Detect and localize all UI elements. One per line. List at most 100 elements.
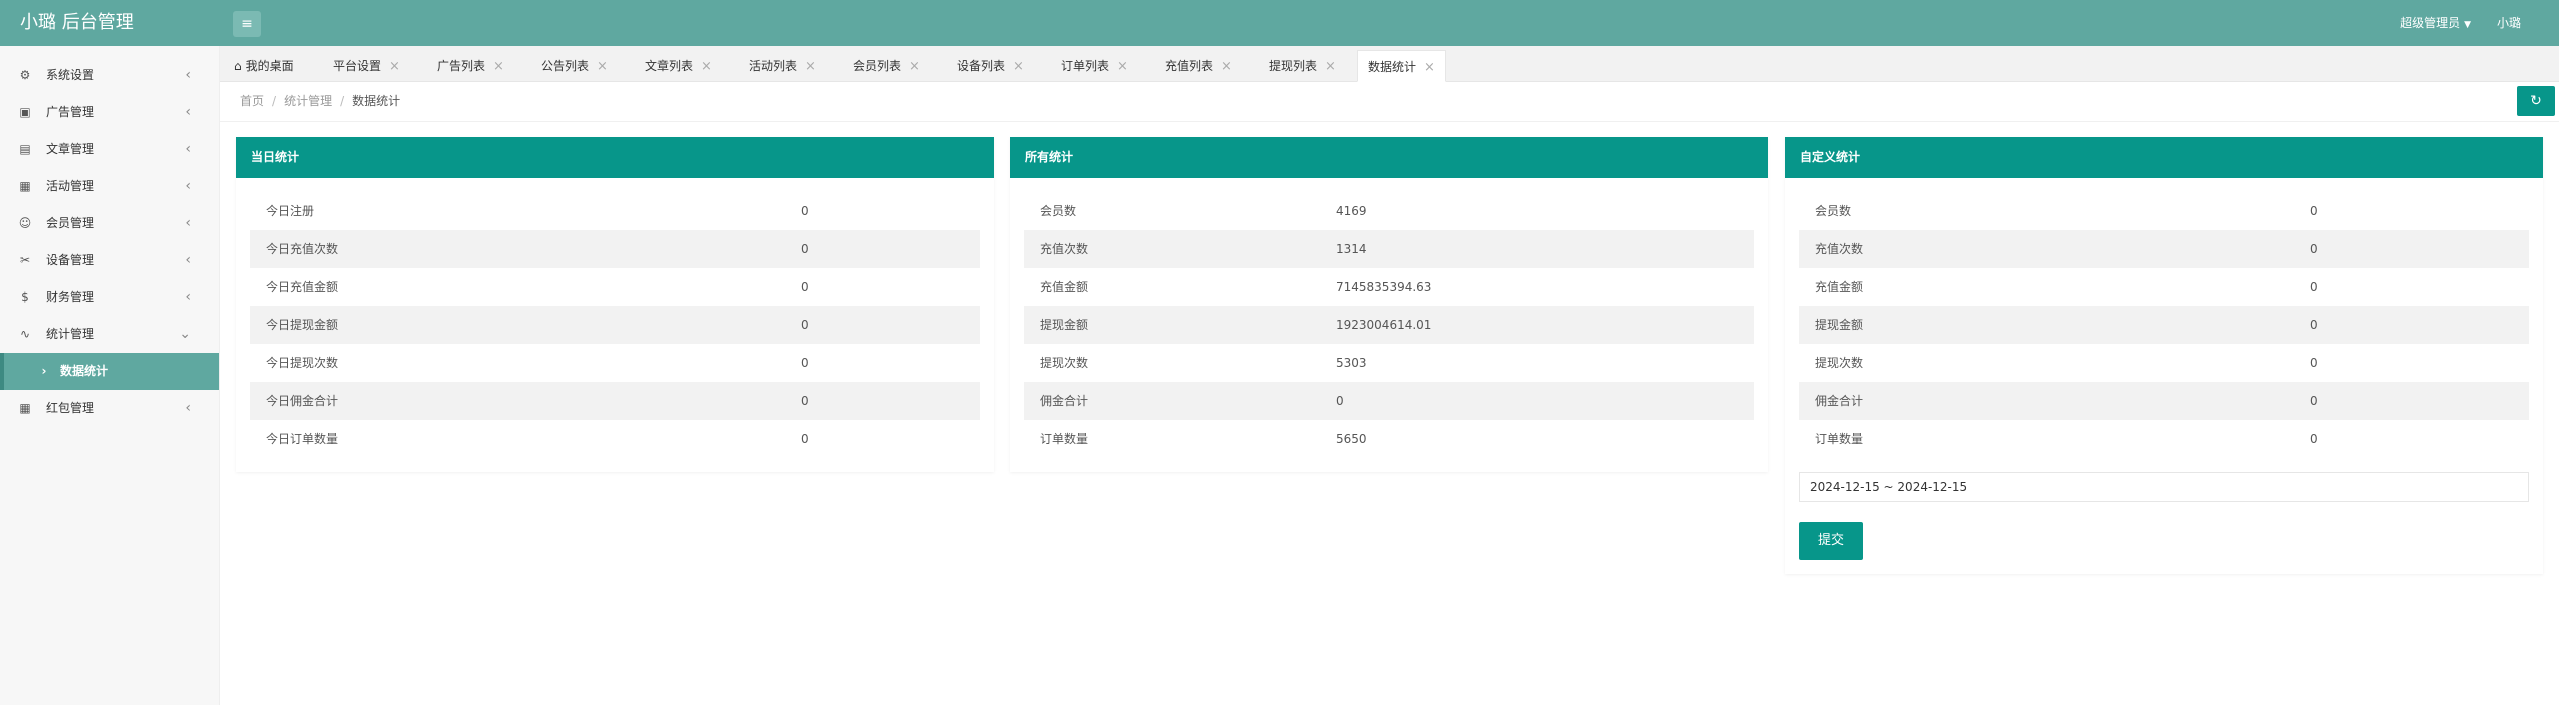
sidebar-item-activities[interactable]: ▦ 活动管理 ‹ (0, 168, 219, 205)
sidebar-item-system[interactable]: ⚙ 系统设置 ‹ (0, 57, 219, 94)
breadcrumb: 首页 / 统计管理 / 数据统计 (240, 94, 401, 108)
stat-value: 0 (2310, 356, 2318, 370)
stat-label: 充值金额 (1040, 280, 1089, 294)
stat-row: 提现次数 5303 (1024, 344, 1754, 382)
tab-label: 会员列表 (853, 59, 902, 73)
close-icon[interactable]: × (493, 59, 504, 74)
sidebar-item-devices[interactable]: ✂ 设备管理 ‹ (0, 242, 219, 279)
chevron-down-icon: ⌄ (179, 326, 191, 342)
stat-value: 0 (801, 242, 809, 256)
submit-button[interactable]: 提交 (1799, 522, 1863, 560)
sidebar-item-finance[interactable]: $ 财务管理 ‹ (0, 279, 219, 316)
user-name[interactable]: 小璐 (2497, 0, 2521, 46)
stats-icon: ∿ (19, 327, 31, 341)
tab-ads-list[interactable]: 广告列表 × (427, 50, 514, 82)
stat-label: 订单数量 (1040, 432, 1089, 446)
stat-value: 0 (801, 356, 809, 370)
sidebar-item-articles[interactable]: ▤ 文章管理 ‹ (0, 131, 219, 168)
sidebar-item-label: 统计管理 (46, 327, 95, 341)
stat-row: 今日提现金额 0 (250, 306, 980, 344)
breadcrumb-stats[interactable]: 统计管理 (284, 94, 332, 108)
stat-row: 订单数量 0 (1799, 420, 2529, 458)
panel-all-stats: 所有统计 会员数 4169 充值次数 1314 充值金额 7145835394.63 … (1010, 137, 1768, 472)
tab-platform-settings[interactable]: 平台设置 × (323, 50, 410, 82)
stat-row: 今日佣金合计 0 (250, 382, 980, 420)
refresh-button[interactable]: ↻ (2517, 86, 2555, 116)
close-icon[interactable]: × (909, 59, 920, 74)
tab-desktop[interactable]: ⌂ 我的桌面 (224, 50, 304, 82)
tab-recharge-list[interactable]: 充值列表 × (1155, 50, 1242, 82)
tab-data-stats[interactable]: 数据统计 × (1357, 50, 1446, 82)
sidebar-item-label: 会员管理 (46, 216, 95, 230)
panel-title: 当日统计 (236, 137, 994, 178)
stat-label: 充值次数 (1040, 242, 1089, 256)
tab-notice-list[interactable]: 公告列表 × (531, 50, 618, 82)
stat-value: 0 (801, 280, 809, 294)
stat-value: 0 (2310, 394, 2318, 408)
book-icon: ▤ (19, 142, 31, 156)
tab-activity-list[interactable]: 活动列表 × (739, 50, 826, 82)
chevron-left-icon: ‹ (185, 67, 191, 83)
sidebar-item-members[interactable]: ☺ 会员管理 ‹ (0, 205, 219, 242)
user-role-dropdown[interactable]: 超级管理员 ▼ (2400, 0, 2471, 46)
chevron-left-icon: ‹ (185, 289, 191, 305)
stat-row: 充值金额 7145835394.63 (1024, 268, 1754, 306)
stat-label: 提现金额 (1815, 318, 1864, 332)
stat-label: 今日佣金合计 (266, 394, 339, 408)
stat-row: 今日提现次数 0 (250, 344, 980, 382)
stat-value: 1923004614.01 (1336, 318, 1432, 332)
tab-device-list[interactable]: 设备列表 × (947, 50, 1034, 82)
sidebar-item-redpacket[interactable]: ▦ 红包管理 ‹ (0, 390, 219, 427)
close-icon[interactable]: × (701, 59, 712, 74)
home-icon: ⌂ (234, 59, 242, 73)
stat-label: 会员数 (1815, 204, 1852, 218)
tab-label: 活动列表 (749, 59, 798, 73)
sidebar-item-label: 系统设置 (46, 68, 95, 82)
panel-today-stats: 当日统计 今日注册 0 今日充值次数 0 今日充值金额 0 今日提现金额 0 今日提现次… (236, 137, 994, 472)
close-icon[interactable]: × (597, 59, 608, 74)
close-icon[interactable]: × (1117, 59, 1128, 74)
tab-withdraw-list[interactable]: 提现列表 × (1259, 50, 1346, 82)
stat-row: 提现次数 0 (1799, 344, 2529, 382)
tab-label: 文章列表 (645, 59, 694, 73)
stat-row: 今日订单数量 0 (250, 420, 980, 458)
panel-title: 所有统计 (1010, 137, 1768, 178)
device-icon: ✂ (19, 253, 31, 267)
close-icon[interactable]: × (1325, 59, 1336, 74)
tab-article-list[interactable]: 文章列表 × (635, 50, 722, 82)
sidebar-item-label: 广告管理 (46, 105, 95, 119)
breadcrumb-home[interactable]: 首页 (240, 94, 264, 108)
stat-label: 今日充值金额 (266, 280, 339, 294)
tab-order-list[interactable]: 订单列表 × (1051, 50, 1138, 82)
tab-member-list[interactable]: 会员列表 × (843, 50, 930, 82)
stat-label: 佣金合计 (1815, 394, 1864, 408)
sidebar-subitem-data-stats[interactable]: › 数据统计 (0, 353, 219, 390)
close-icon[interactable]: × (805, 59, 816, 74)
close-icon[interactable]: × (389, 59, 400, 74)
chevron-left-icon: ‹ (185, 400, 191, 416)
stat-row: 今日注册 0 (250, 192, 980, 230)
stat-value: 0 (2310, 318, 2318, 332)
close-icon[interactable]: × (1424, 60, 1435, 75)
stat-row: 提现金额 0 (1799, 306, 2529, 344)
hamburger-icon: ≡ (241, 16, 253, 32)
menu-toggle-button[interactable]: ≡ (233, 11, 261, 37)
sidebar-item-ads[interactable]: ▣ 广告管理 ‹ (0, 94, 219, 131)
stat-label: 订单数量 (1815, 432, 1864, 446)
tab-label: 广告列表 (437, 59, 486, 73)
date-range-input[interactable]: 2024-12-15 ~ 2024-12-15 (1799, 472, 2529, 502)
app-logo[interactable]: 小璐 后台管理 (0, 0, 220, 46)
close-icon[interactable]: × (1013, 59, 1024, 74)
chevron-left-icon: ‹ (185, 178, 191, 194)
close-icon[interactable]: × (1221, 59, 1232, 74)
stat-label: 会员数 (1040, 204, 1077, 218)
chevron-left-icon: ‹ (185, 104, 191, 120)
stat-label: 提现金额 (1040, 318, 1089, 332)
stat-value: 0 (2310, 204, 2318, 218)
sidebar-item-label: 活动管理 (46, 179, 95, 193)
user-icon: ☺ (18, 216, 32, 230)
sidebar-item-statistics[interactable]: ∿ 统计管理 ⌄ (0, 316, 219, 353)
stat-row: 订单数量 5650 (1024, 420, 1754, 458)
stat-row: 会员数 0 (1799, 192, 2529, 230)
stat-value: 0 (801, 432, 809, 446)
